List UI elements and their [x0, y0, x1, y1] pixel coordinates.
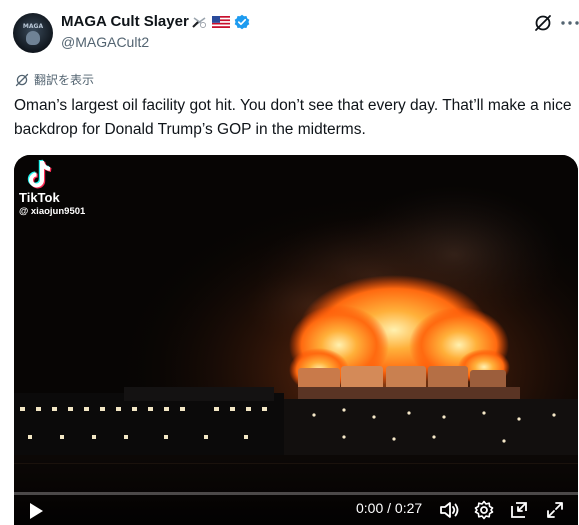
handle[interactable]: @MAGACult2: [61, 34, 149, 50]
play-icon[interactable]: [26, 501, 46, 521]
video-frame: [14, 155, 578, 525]
volume-icon[interactable]: [438, 499, 460, 521]
avatar[interactable]: MAGA: [13, 13, 53, 53]
verified-badge-icon: [234, 14, 250, 29]
scissors-emoji-icon: [192, 16, 207, 28]
video-player[interactable]: TikTok @ xiaojun9501 0:00 / 0:27: [14, 155, 578, 525]
settings-icon[interactable]: [473, 499, 495, 521]
avatar-text: MAGA: [22, 23, 44, 30]
display-name[interactable]: MAGA Cult Slayer: [61, 13, 189, 30]
avatar-figure: [26, 31, 40, 45]
us-flag-emoji-icon: [211, 15, 230, 28]
tiktok-username: @ xiaojun9501: [19, 206, 86, 217]
translate-link[interactable]: 翻訳を表示: [15, 71, 94, 88]
tweet: MAGA MAGA Cult Slayer @MAGACult2 翻訳を表示 O…: [0, 0, 579, 525]
fullscreen-icon[interactable]: [544, 499, 566, 521]
progress-bar[interactable]: [14, 492, 578, 495]
time-display: 0:00 / 0:27: [356, 500, 423, 516]
author-name-row[interactable]: MAGA Cult Slayer: [61, 13, 250, 30]
pip-icon[interactable]: [508, 499, 530, 521]
tiktok-logo-icon: [27, 159, 52, 189]
tiktok-brand: TikTok: [19, 190, 60, 205]
translate-label[interactable]: 翻訳を表示: [34, 71, 94, 88]
tweet-text: Oman’s largest oil facility got hit. You…: [14, 97, 572, 138]
more-icon[interactable]: [560, 11, 579, 33]
translate-icon: [15, 73, 29, 86]
grok-icon[interactable]: [533, 13, 553, 33]
